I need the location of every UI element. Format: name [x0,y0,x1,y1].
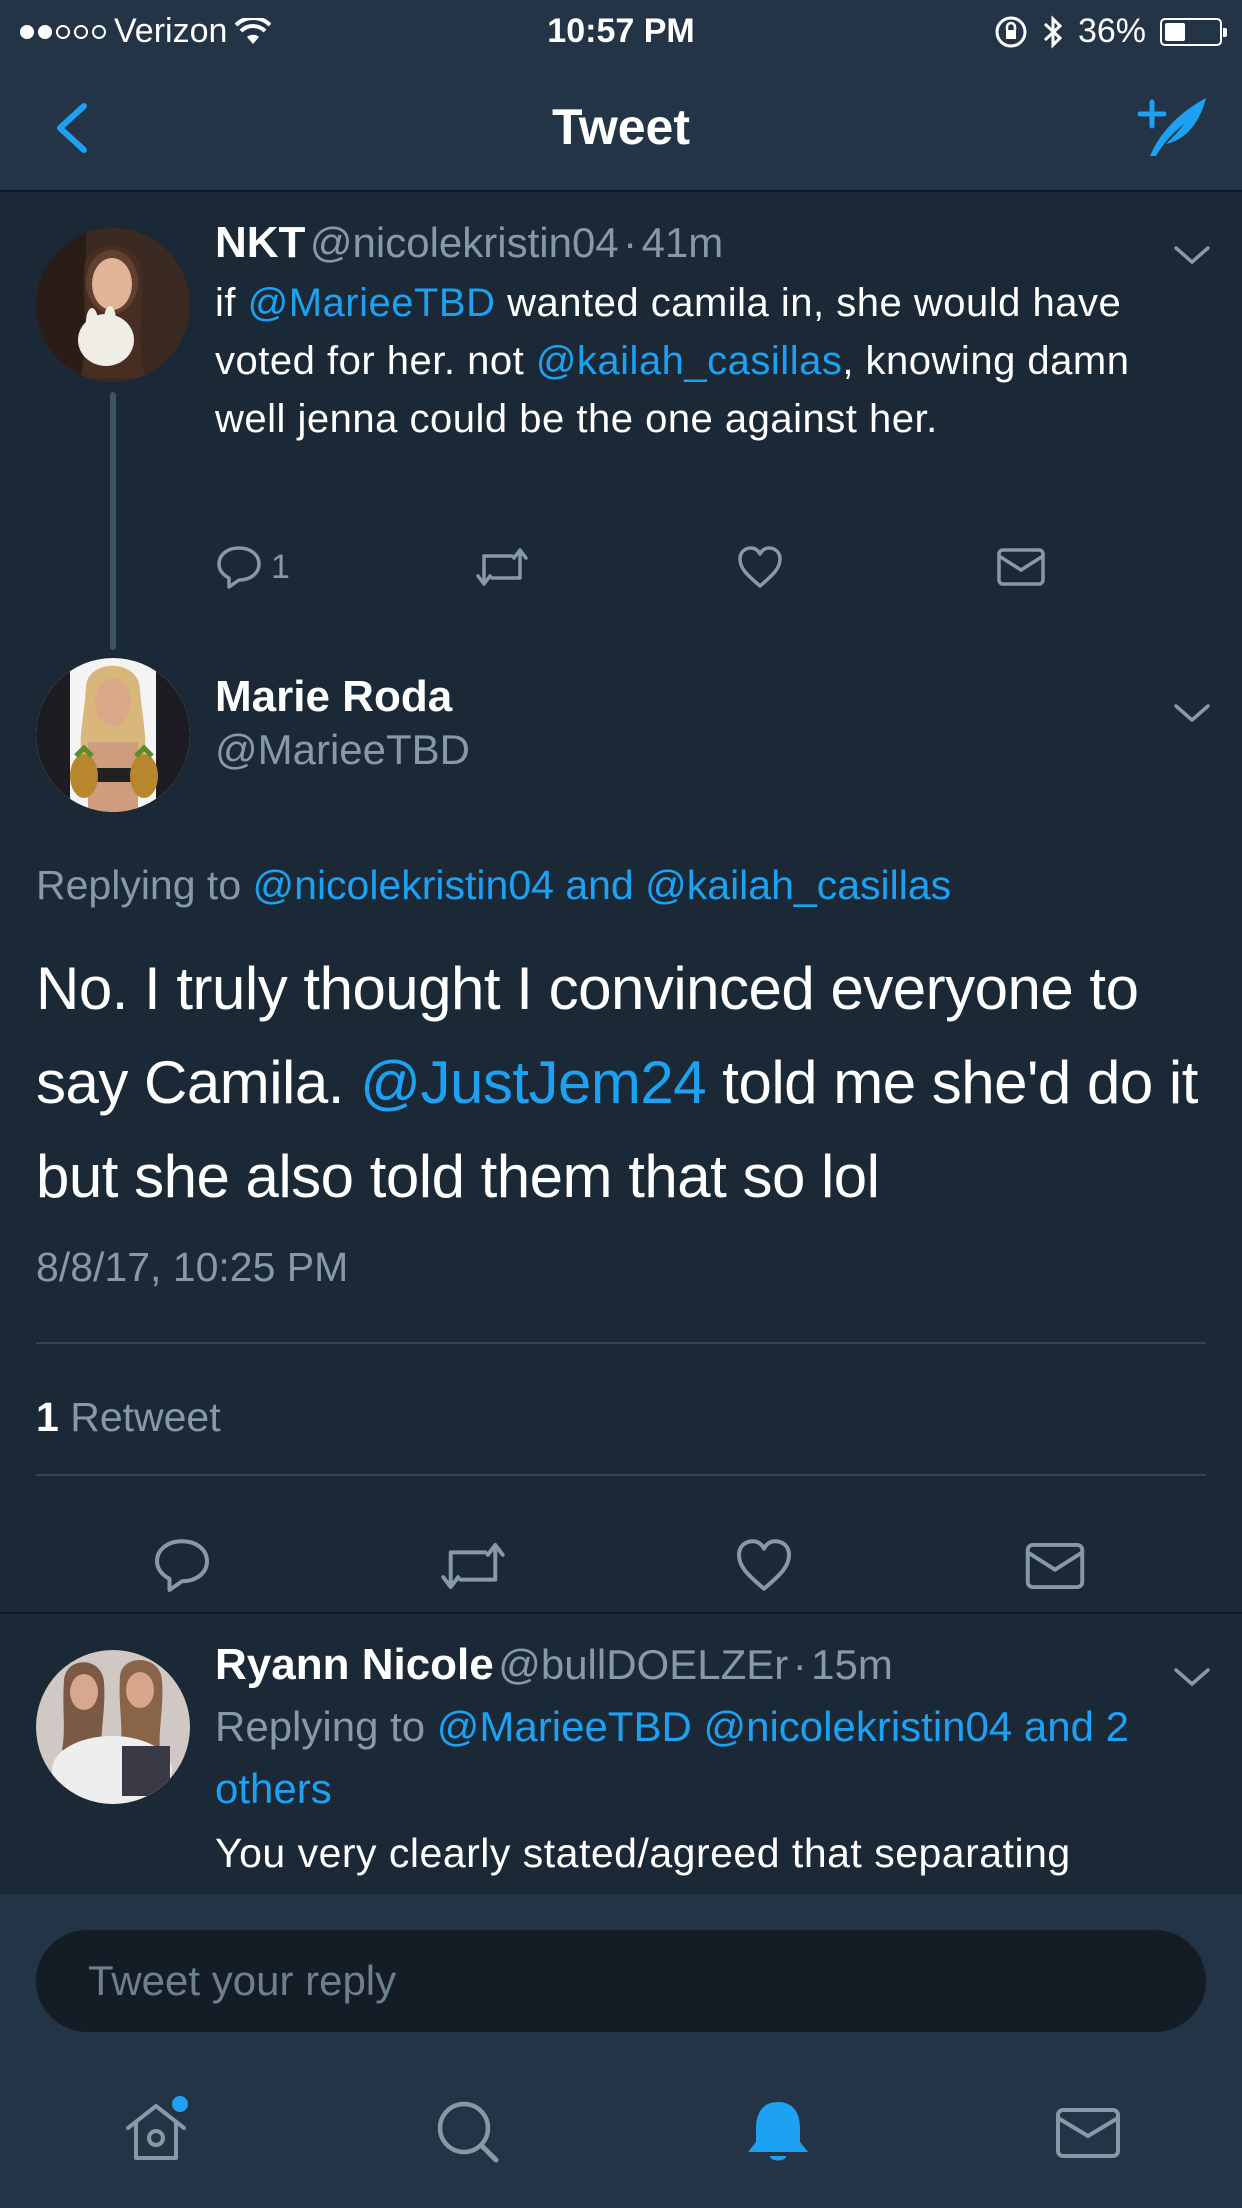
tweet-thread: NKT @nicolekristin04 · 41m if @MarieeTBD… [0,192,1242,1894]
tweet-text: You very clearly stated/agreed that sepa… [215,1830,1071,1876]
author-handle[interactable]: @bullDOELZEr [498,1641,788,1688]
retweet-icon [476,548,528,586]
chevron-down-icon[interactable] [1172,700,1212,726]
reply-tweet-header: Ryann Nicole @bullDOELZEr · 15m [215,1640,893,1690]
notifications-icon [748,2102,808,2161]
reply-composer [0,1894,1242,2054]
bluetooth-icon [1043,14,1063,49]
reply-icon [217,546,261,589]
mention-link[interactable]: @kailah_casillas [645,862,951,908]
tab-bar [0,2054,1242,2208]
chevron-down-icon[interactable] [1172,1664,1212,1690]
like-button[interactable] [736,544,784,590]
battery-icon [1160,17,1227,46]
envelope-icon [997,548,1045,586]
tweet-text: if @MarieeTBD wanted camila in, she woul… [215,274,1175,448]
battery-percent: 36% [1077,12,1146,50]
avatar-photo [36,1650,190,1804]
author-name[interactable]: NKT [215,218,305,267]
parent-tweet[interactable]: NKT @nicolekristin04 · 41m if @MarieeTBD… [0,192,1242,652]
divider [36,1342,1206,1344]
mention-link[interactable]: @JustJem24 [360,1049,707,1116]
direct-message-button[interactable] [996,546,1046,588]
messages-icon [1056,2108,1120,2158]
status-bar: Verizon 10:57 PM 36% [0,0,1242,62]
nav-bar: Tweet [0,62,1242,192]
tab-search[interactable] [432,2096,504,2168]
replying-prefix: Replying to [215,1703,437,1750]
replying-prefix: Replying to [36,862,253,908]
separator: · [792,1641,807,1688]
heart-icon [738,546,782,588]
tab-home[interactable] [120,2096,192,2168]
parent-tweet-header: NKT @nicolekristin04 · 41m [215,218,723,268]
avatar-photo [36,228,190,382]
retweet-label: Retweet [58,1394,221,1440]
divider [36,1474,1206,1476]
envelope-icon[interactable] [1024,1540,1086,1592]
separator: · [623,219,638,266]
reply-button[interactable]: 1 [215,544,290,590]
author-handle[interactable]: @MarieeTBD [215,726,470,774]
reply-count: 1 [271,547,290,586]
retweet-count: 1 [36,1394,59,1440]
tab-messages[interactable] [1052,2096,1124,2168]
mention-link[interactable]: @MarieeTBD [248,281,496,325]
reply-input[interactable] [36,1930,1206,2032]
replying-to: Replying to @nicolekristin04 and @kailah… [36,862,951,909]
rotation-lock-icon [995,16,1027,47]
reply-icon[interactable] [152,1536,212,1594]
thread-connector [110,392,116,650]
retweet-stats[interactable]: 1 Retweet [36,1394,221,1441]
compose-tweet-icon[interactable] [1130,92,1210,162]
page-title: Tweet [552,99,690,155]
avatar[interactable] [36,228,190,382]
tweet-time: 15m [811,1641,893,1688]
retweet-icon[interactable] [438,1540,508,1592]
tab-notifications[interactable] [742,2096,814,2168]
heart-icon[interactable] [734,1536,794,1594]
tweet-text: No. I truly thought I convinced everyone… [36,942,1216,1224]
retweet-button[interactable] [474,546,530,588]
tweet-time: 41m [641,219,724,266]
mention-link[interactable]: @nicolekristin04 [253,862,554,908]
avatar[interactable] [36,658,190,812]
reply-tweet[interactable]: Ryann Nicole @bullDOELZEr · 15m Replying… [0,1614,1242,1894]
search-icon [437,2101,499,2163]
home-icon [126,2096,188,2160]
author-handle[interactable]: @nicolekristin04 [310,219,619,266]
chevron-down-icon[interactable] [1172,242,1212,268]
status-right: 36% [994,12,1227,51]
mention-link[interactable]: @kailah_casillas [536,339,843,383]
replying-and[interactable]: and [554,862,645,908]
text-part: if [215,281,248,325]
author-name[interactable]: Ryann Nicole [215,1640,494,1689]
avatar-photo [36,658,190,812]
avatar[interactable] [36,1650,190,1804]
tweet-timestamp: 8/8/17, 10:25 PM [36,1244,349,1290]
replying-to: Replying to @MarieeTBD @nicolekristin04 … [215,1696,1215,1820]
author-name[interactable]: Marie Roda [215,672,452,722]
